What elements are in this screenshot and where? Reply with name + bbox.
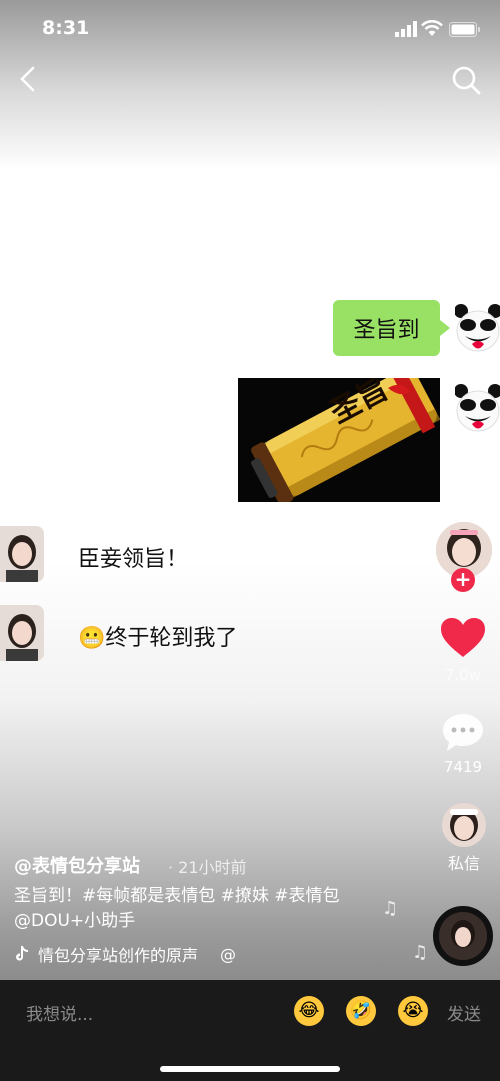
- grimace-emoji: 😬: [78, 626, 106, 651]
- comment-count: 7419: [443, 758, 483, 776]
- screen: 8:31 圣旨到 圣旨 臣妾领旨！ 😬终于轮到我了 + 7.0w 7419 私信…: [0, 0, 500, 1081]
- send-button[interactable]: 发送: [447, 1000, 481, 1025]
- battery-icon: [449, 22, 480, 37]
- crying-emoji[interactable]: 😭: [398, 996, 428, 1026]
- comment-bubble-icon[interactable]: [441, 712, 485, 754]
- laughing-tears-emoji[interactable]: 😂: [294, 996, 324, 1026]
- music-note-icon: ♫: [412, 942, 429, 963]
- rolling-laughing-emoji[interactable]: 🤣: [346, 996, 376, 1026]
- music-note-icon: ♫: [382, 898, 399, 919]
- home-indicator[interactable]: [160, 1066, 340, 1072]
- edict-scroll-illustration: 圣旨: [238, 378, 440, 502]
- chat-message-reply: 臣妾领旨！: [78, 547, 189, 572]
- follow-plus-button[interactable]: +: [451, 568, 475, 592]
- chat-message-reply: 😬终于轮到我了: [78, 620, 237, 652]
- cellular-signal-icon: [395, 21, 417, 37]
- dm-avatar[interactable]: [442, 803, 486, 847]
- user-avatar: [0, 605, 44, 661]
- status-bar: 8:31: [0, 0, 500, 58]
- status-time: 8:31: [42, 17, 90, 39]
- author-handle[interactable]: @表情包分享站: [14, 852, 140, 878]
- music-title: 情包分享站创作的原声: [38, 946, 199, 965]
- music-author-mention: @: [220, 944, 237, 964]
- search-icon[interactable]: [450, 64, 482, 96]
- user-avatar: [0, 526, 44, 582]
- imperial-edict-image: 圣旨: [238, 378, 440, 502]
- panda-meme-avatar: [455, 383, 500, 435]
- back-arrow-icon[interactable]: [14, 62, 44, 96]
- music-disc-icon[interactable]: [433, 906, 493, 966]
- like-count: 7.0w: [444, 666, 482, 684]
- music-info[interactable]: 情包分享站创作的原声 @: [14, 942, 236, 966]
- tiktok-note-icon: [16, 946, 28, 961]
- like-heart-icon[interactable]: [440, 617, 486, 659]
- dm-label[interactable]: 私信: [440, 850, 488, 874]
- chat-message-text: 终于轮到我了: [105, 626, 238, 651]
- panda-meme-avatar: [455, 303, 500, 355]
- post-time: · 21小时前: [168, 858, 247, 877]
- chat-bubble-sent: 圣旨到: [333, 300, 450, 356]
- comment-input[interactable]: 我想说...: [26, 1000, 93, 1025]
- wifi-icon: [421, 20, 443, 36]
- post-description[interactable]: 圣旨到！#每帧都是表情包 #撩妹 #表情包 @DOU+小助手: [14, 884, 374, 934]
